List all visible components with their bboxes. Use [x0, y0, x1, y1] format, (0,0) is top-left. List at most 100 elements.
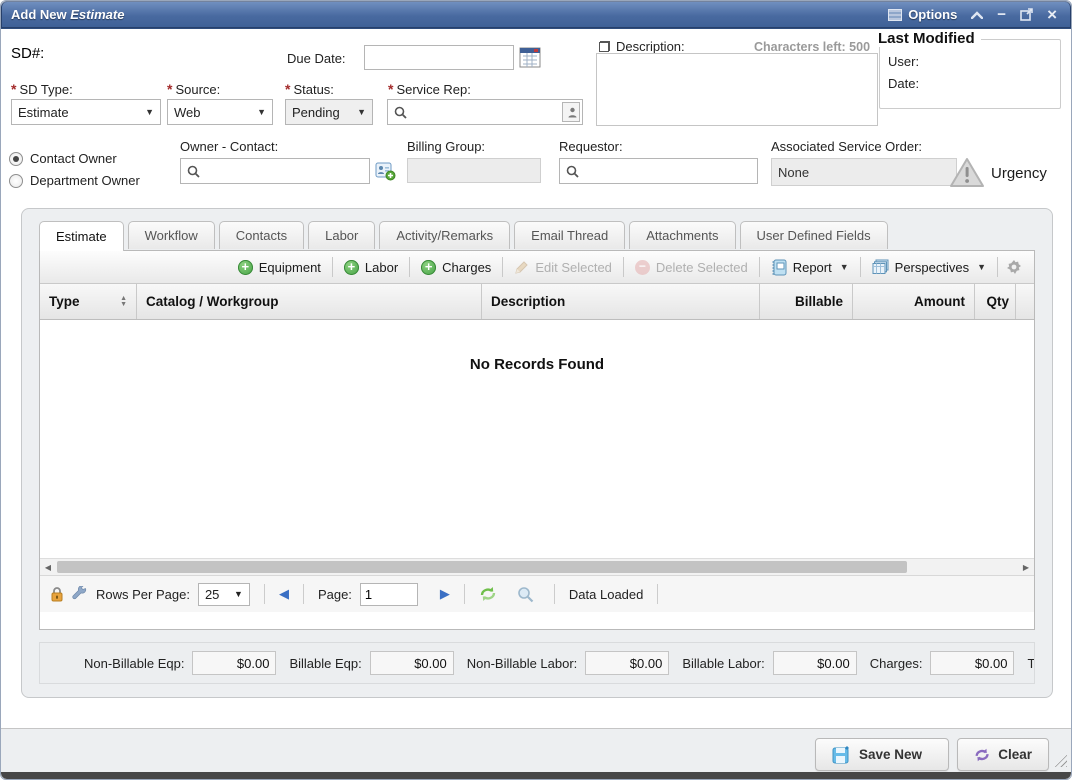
tab-labor[interactable]: Labor	[308, 221, 375, 249]
requestor-search[interactable]	[559, 158, 758, 184]
requestor-label: Requestor:	[559, 139, 623, 154]
pencil-icon	[514, 260, 529, 275]
last-modified-panel: Last Modified User: Date:	[879, 39, 1061, 109]
tab-user-defined-fields[interactable]: User Defined Fields	[740, 221, 888, 249]
tab-attachments[interactable]: Attachments	[629, 221, 735, 249]
titlebar: Add New Estimate Options − ×	[1, 1, 1071, 29]
source-value: Web	[174, 105, 201, 120]
options-label: Options	[908, 7, 957, 22]
column-header-qty[interactable]: Qty	[975, 284, 1016, 319]
minimize-icon[interactable]: −	[997, 10, 1006, 20]
save-icon	[832, 745, 851, 764]
add-charges-button[interactable]: + Charges	[412, 256, 500, 278]
save-new-button[interactable]: Save New	[815, 738, 949, 771]
collapse-icon[interactable]	[971, 11, 983, 19]
billing-group-input	[407, 158, 541, 183]
resize-handle[interactable]	[1053, 753, 1067, 767]
options-button[interactable]: Options	[888, 7, 957, 22]
column-header-catalog-workgroup[interactable]: Catalog / Workgroup	[137, 284, 482, 319]
contact-owner-radio[interactable]: Contact Owner	[9, 151, 117, 166]
total-value-input	[370, 651, 454, 675]
total-non-billable-eqp: Non-Billable Eqp:	[84, 651, 276, 675]
contact-owner-label: Contact Owner	[30, 151, 117, 166]
tab-strip: Estimate Workflow Contacts Labor Activit…	[39, 221, 888, 249]
column-header-billable[interactable]: Billable	[760, 284, 853, 319]
plus-icon: +	[238, 260, 253, 275]
next-page-icon[interactable]: ▶	[440, 586, 450, 602]
page-input[interactable]	[360, 583, 418, 606]
rows-per-page-select[interactable]: 25▼	[198, 583, 250, 606]
header-form: SD#: Due Date: Description: Characters l…	[1, 29, 1072, 207]
owner-contact-search[interactable]	[180, 158, 370, 184]
delete-selected-button[interactable]: − Delete Selected	[626, 256, 757, 278]
footer-bar: Save New Clear	[1, 729, 1071, 774]
column-header-type[interactable]: Type ▲▼	[40, 284, 137, 319]
status-select[interactable]: Pending▼	[285, 99, 373, 125]
scrollbar-thumb[interactable]	[57, 561, 907, 573]
sd-number-label: SD#:	[11, 45, 44, 62]
total-value-input	[585, 651, 669, 675]
urgency-label: Urgency	[991, 165, 1047, 182]
grid-status-text: Data Loaded	[569, 587, 643, 602]
search-icon	[394, 106, 407, 119]
scroll-right-icon[interactable]: ▶	[1018, 559, 1034, 575]
options-list-icon	[888, 9, 902, 21]
select-person-icon[interactable]	[562, 102, 580, 122]
scroll-left-icon[interactable]: ◀	[40, 559, 56, 575]
dialog-bottom-edge	[1, 772, 1071, 779]
lock-icon[interactable]	[50, 586, 64, 602]
add-contact-icon[interactable]	[375, 161, 396, 184]
dialog-title: Add New Estimate	[11, 7, 124, 22]
plus-icon: +	[344, 260, 359, 275]
tab-email-thread[interactable]: Email Thread	[514, 221, 625, 249]
associated-service-order-input	[771, 158, 957, 186]
refresh-icon[interactable]	[479, 586, 497, 602]
sort-icon[interactable]: ▲▼	[120, 296, 127, 308]
add-labor-button[interactable]: + Labor	[335, 256, 407, 278]
urgency-warning-icon[interactable]	[949, 157, 985, 191]
estimate-grid-panel: + Equipment + Labor + Charges Edit Selec…	[39, 250, 1035, 630]
search-icon	[566, 165, 579, 178]
tab-activity-remarks[interactable]: Activity/Remarks	[379, 221, 510, 249]
prev-page-icon[interactable]: ◀	[279, 586, 289, 602]
total-billable-labor: Billable Labor:	[682, 651, 856, 675]
search-records-icon[interactable]	[517, 586, 534, 603]
totals-bar: Non-Billable Eqp: Billable Eqp: Non-Bill…	[39, 642, 1035, 684]
expand-description-icon[interactable]	[599, 41, 610, 52]
due-date-input[interactable]	[364, 45, 514, 70]
owner-contact-input[interactable]	[204, 159, 369, 183]
service-rep-input[interactable]	[411, 100, 562, 124]
column-header-description[interactable]: Description	[482, 284, 760, 319]
total-value-input	[930, 651, 1014, 675]
radio-unselected-icon	[9, 174, 23, 188]
radio-selected-icon	[9, 152, 23, 166]
close-icon[interactable]: ×	[1047, 8, 1057, 22]
source-select[interactable]: Web▼	[167, 99, 273, 125]
owner-contact-label: Owner - Contact:	[180, 139, 278, 154]
add-equipment-button[interactable]: + Equipment	[229, 256, 330, 278]
perspectives-menu-button[interactable]: Perspectives▼	[863, 256, 995, 278]
total-billable-eqp: Billable Eqp:	[289, 651, 453, 675]
popout-icon[interactable]	[1020, 8, 1033, 21]
grid-settings-button[interactable]	[1000, 256, 1028, 278]
requestor-input[interactable]	[583, 159, 757, 183]
add-new-estimate-dialog: Add New Estimate Options − × SD#: Due Da…	[0, 0, 1072, 780]
wrench-icon[interactable]	[72, 586, 88, 602]
department-owner-radio[interactable]: Department Owner	[9, 173, 140, 188]
description-textarea[interactable]	[596, 53, 878, 126]
gear-icon	[1006, 259, 1022, 275]
sd-type-select[interactable]: Estimate▼	[11, 99, 161, 125]
report-menu-button[interactable]: Report▼	[762, 256, 858, 278]
calendar-icon[interactable]	[517, 45, 543, 70]
horizontal-scrollbar[interactable]: ◀ ▶	[40, 558, 1034, 575]
clear-button[interactable]: Clear	[957, 738, 1049, 771]
edit-selected-button[interactable]: Edit Selected	[505, 256, 621, 278]
last-modified-date-label: Date:	[888, 76, 919, 91]
plus-icon: +	[421, 260, 436, 275]
column-header-amount[interactable]: Amount	[853, 284, 975, 319]
chevron-down-icon: ▼	[840, 262, 849, 272]
tab-estimate[interactable]: Estimate	[39, 221, 124, 251]
tab-workflow[interactable]: Workflow	[128, 221, 215, 249]
service-rep-search[interactable]	[387, 99, 583, 125]
tab-contacts[interactable]: Contacts	[219, 221, 304, 249]
